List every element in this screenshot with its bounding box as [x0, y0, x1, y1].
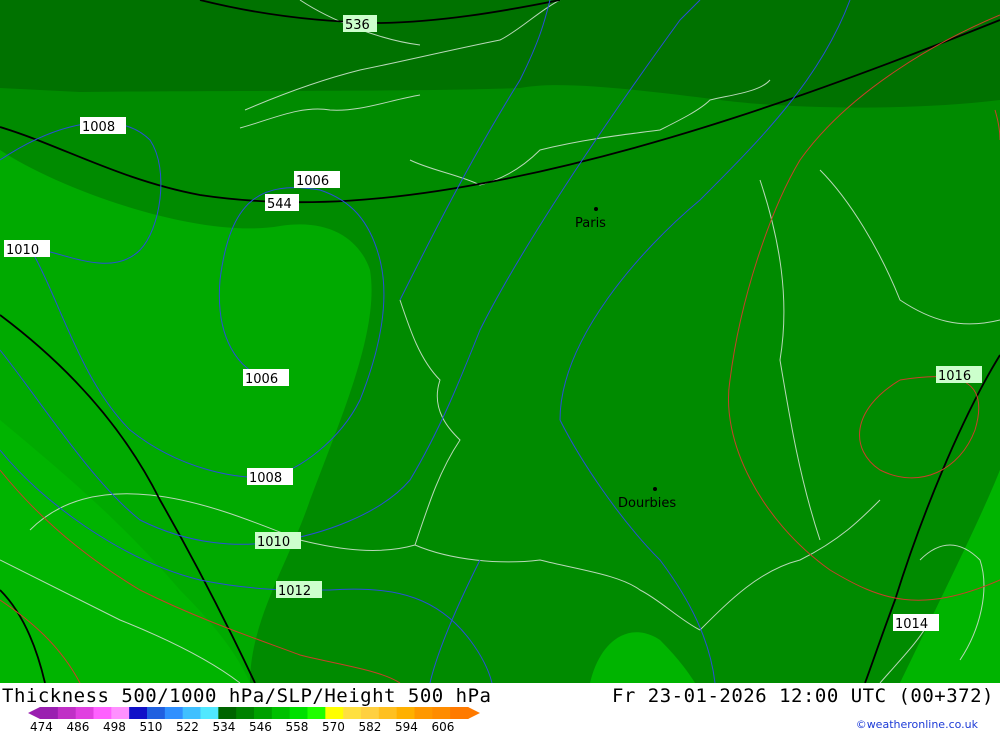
legend-value: 486: [67, 720, 90, 733]
svg-text:1014: 1014: [895, 617, 928, 632]
color-scale-values: 474 486 498 510 522 534 546 558 570 582 594 606: [30, 720, 455, 733]
legend-swatch: [414, 707, 433, 719]
svg-text:1006: 1006: [296, 174, 329, 189]
legend-swatch: [325, 707, 344, 719]
isobar-label-1008-b: 1008: [247, 468, 293, 486]
legend-swatch: [450, 707, 469, 719]
legend-value: 558: [286, 720, 309, 733]
legend-swatch: [378, 707, 398, 719]
svg-text:1012: 1012: [278, 584, 311, 599]
legend-swatch: [40, 707, 59, 719]
legend-value: 546: [249, 720, 272, 733]
legend-swatch: [93, 707, 112, 719]
legend-swatch: [111, 707, 130, 719]
credit-link[interactable]: ©weatheronline.co.uk: [856, 718, 978, 731]
city-label-dourbies: Dourbies: [618, 496, 676, 511]
isobar-label-1016: 1016: [936, 366, 982, 384]
legend-swatch: [57, 707, 77, 719]
legend-value: 570: [322, 720, 345, 733]
legend-swatch: [361, 707, 380, 719]
weather-map: Paris Dourbies 536 544 1008 1006 1010 10…: [0, 0, 1000, 683]
isobar-label-1006-a: 1006: [294, 171, 340, 189]
legend-swatch: [307, 707, 326, 719]
svg-text:1010: 1010: [6, 243, 39, 258]
isobar-label-1010-a: 1010: [4, 240, 50, 258]
svg-text:1010: 1010: [257, 535, 290, 550]
thickness-label-544: 544: [265, 194, 299, 212]
legend-swatch: [343, 707, 362, 719]
city-label-paris: Paris: [575, 216, 606, 231]
legend-swatch: [254, 707, 273, 719]
isobar-label-1010-b: 1010: [255, 532, 301, 550]
legend-value: 594: [395, 720, 418, 733]
map-footer: Thickness 500/1000 hPa/SLP/Height 500 hP…: [0, 683, 1000, 733]
isobar-label-1008-a: 1008: [80, 117, 126, 135]
legend-value: 474: [30, 720, 53, 733]
legend-swatch: [236, 707, 255, 719]
legend-arrow-right: [468, 707, 480, 719]
svg-text:536: 536: [345, 18, 370, 33]
isobar-label-1014: 1014: [893, 614, 939, 632]
svg-text:1006: 1006: [245, 372, 278, 387]
legend-value: 582: [359, 720, 382, 733]
legend-swatch: [182, 707, 201, 719]
forecast-timestamp: Fr 23-01-2026 12:00 UTC (00+372): [611, 685, 994, 707]
svg-text:1008: 1008: [82, 120, 115, 135]
legend-swatch: [200, 707, 219, 719]
legend-value: 510: [140, 720, 163, 733]
legend-swatch: [289, 707, 308, 719]
legend-swatch: [164, 707, 184, 719]
legend-value: 606: [432, 720, 455, 733]
legend-swatch: [432, 707, 451, 719]
map-title: Thickness 500/1000 hPa/SLP/Height 500 hP…: [2, 685, 492, 707]
legend-swatch: [271, 707, 291, 719]
svg-text:1008: 1008: [249, 471, 282, 486]
legend-swatch: [218, 707, 237, 719]
legend-swatch: [129, 707, 148, 719]
legend-swatch: [147, 707, 166, 719]
svg-text:1016: 1016: [938, 369, 971, 384]
isobar-label-1006-b: 1006: [243, 369, 289, 387]
legend-swatch: [75, 707, 94, 719]
legend-value: 498: [103, 720, 126, 733]
legend-arrow-left: [28, 707, 40, 719]
legend-value: 534: [213, 720, 236, 733]
legend-value: 522: [176, 720, 199, 733]
thickness-label-536: 536: [343, 15, 377, 33]
svg-text:544: 544: [267, 197, 292, 212]
legend-swatch: [396, 707, 415, 719]
isobar-label-1012: 1012: [276, 581, 322, 599]
